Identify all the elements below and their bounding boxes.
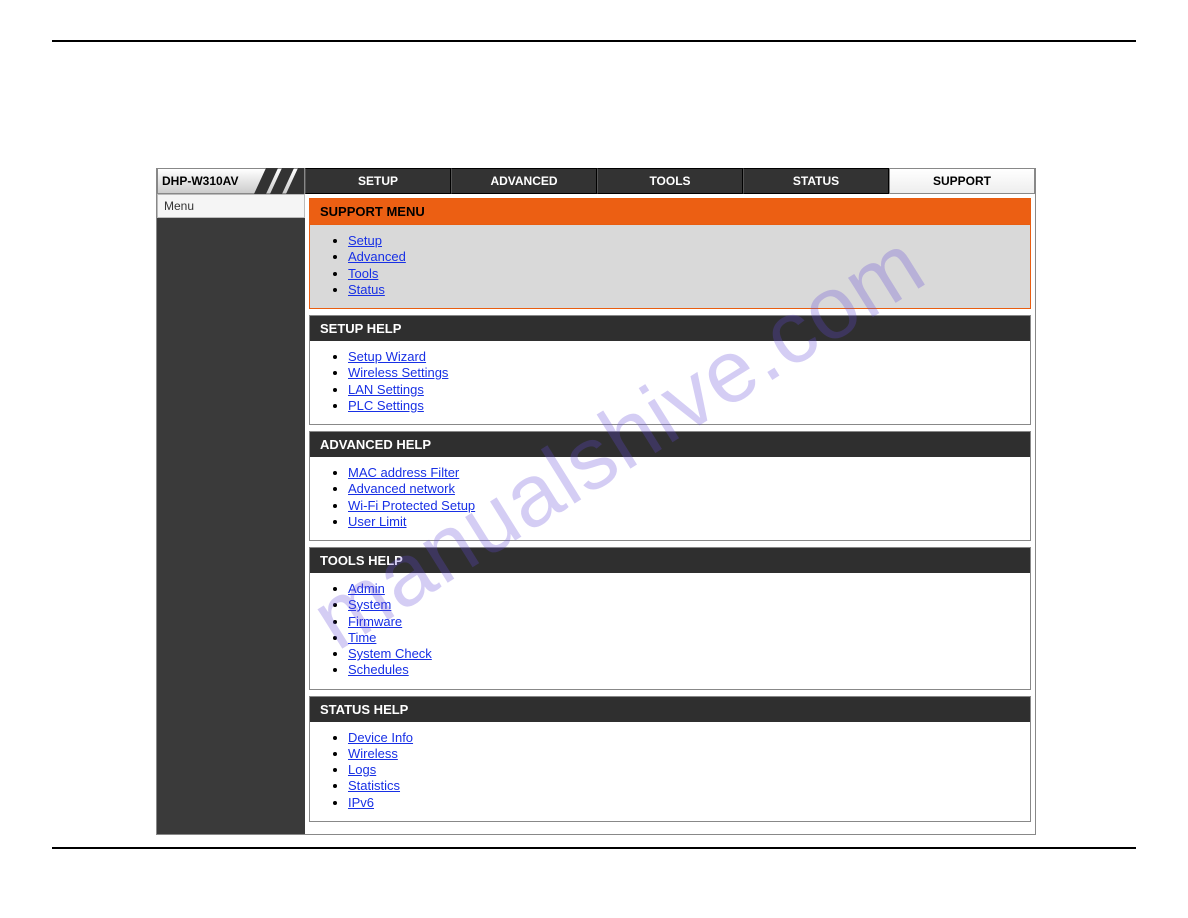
link-device-info[interactable]: Device Info [348,730,413,745]
list-item: Status [348,282,1020,298]
tab-tools[interactable]: TOOLS [597,168,743,194]
list-item: System [348,597,1020,613]
tab-tools-label: TOOLS [649,174,690,188]
link-mac-filter[interactable]: MAC address Filter [348,465,459,480]
link-lan-settings[interactable]: LAN Settings [348,382,424,397]
link-advanced-network[interactable]: Advanced network [348,481,455,496]
tools-help-body: Admin System Firmware Time System Check … [310,573,1030,689]
link-ipv6[interactable]: IPv6 [348,795,374,810]
list-item: IPv6 [348,795,1020,811]
tab-setup-label: SETUP [358,174,398,188]
tab-setup[interactable]: SETUP [305,168,451,194]
tab-support[interactable]: SUPPORT [889,168,1035,194]
list-item: Tools [348,266,1020,282]
slash-decoration-icon [244,168,304,194]
main-nav: DHP-W310AV SETUP ADVANCED TOOLS STATUS S… [157,168,1035,194]
model-label: DHP-W310AV [158,174,238,188]
sidebar-item-menu[interactable]: Menu [157,194,305,218]
support-menu-body: Setup Advanced Tools Status [310,224,1030,308]
list-item: Firmware [348,614,1020,630]
link-setup-wizard[interactable]: Setup Wizard [348,349,426,364]
list-item: Logs [348,762,1020,778]
sidebar-item-menu-label: Menu [164,199,194,213]
list-item: System Check [348,646,1020,662]
list-item: MAC address Filter [348,465,1020,481]
advanced-help-section: ADVANCED HELP MAC address Filter Advance… [309,431,1031,541]
top-rule [52,40,1136,42]
link-time[interactable]: Time [348,630,376,645]
support-menu-box: SUPPORT MENU Setup Advanced Tools Status [309,198,1031,309]
link-support-setup[interactable]: Setup [348,233,382,248]
setup-help-body: Setup Wizard Wireless Settings LAN Setti… [310,341,1030,424]
list-item: Wi-Fi Protected Setup [348,498,1020,514]
tools-help-section: TOOLS HELP Admin System Firmware Time Sy… [309,547,1031,690]
list-item: Wireless [348,746,1020,762]
link-firmware[interactable]: Firmware [348,614,402,629]
router-admin-panel: DHP-W310AV SETUP ADVANCED TOOLS STATUS S… [156,168,1036,835]
tools-help-header: TOOLS HELP [310,548,1030,573]
list-item: Advanced [348,249,1020,265]
link-user-limit[interactable]: User Limit [348,514,407,529]
content-area: SUPPORT MENU Setup Advanced Tools Status… [305,194,1035,834]
status-help-section: STATUS HELP Device Info Wireless Logs St… [309,696,1031,822]
setup-help-header: SETUP HELP [310,316,1030,341]
link-support-tools[interactable]: Tools [348,266,378,281]
link-logs[interactable]: Logs [348,762,376,777]
tab-status-label: STATUS [793,174,839,188]
list-item: Statistics [348,778,1020,794]
list-item: PLC Settings [348,398,1020,414]
sidebar: Menu [157,194,305,834]
bottom-rule [52,847,1136,849]
link-plc-settings[interactable]: PLC Settings [348,398,424,413]
link-wireless-settings[interactable]: Wireless Settings [348,365,448,380]
tab-support-label: SUPPORT [933,174,991,188]
tab-advanced[interactable]: ADVANCED [451,168,597,194]
link-schedules[interactable]: Schedules [348,662,409,677]
list-item: LAN Settings [348,382,1020,398]
setup-help-section: SETUP HELP Setup Wizard Wireless Setting… [309,315,1031,425]
body-row: Menu SUPPORT MENU Setup Advanced Tools S… [157,194,1035,834]
list-item: Setup Wizard [348,349,1020,365]
list-item: Wireless Settings [348,365,1020,381]
list-item: Schedules [348,662,1020,678]
list-item: Setup [348,233,1020,249]
list-item: Advanced network [348,481,1020,497]
link-support-status[interactable]: Status [348,282,385,297]
link-system-check[interactable]: System Check [348,646,432,661]
tab-advanced-label: ADVANCED [490,174,557,188]
advanced-help-body: MAC address Filter Advanced network Wi-F… [310,457,1030,540]
link-admin[interactable]: Admin [348,581,385,596]
link-wireless[interactable]: Wireless [348,746,398,761]
link-support-advanced[interactable]: Advanced [348,249,406,264]
list-item: Time [348,630,1020,646]
tab-status[interactable]: STATUS [743,168,889,194]
list-item: Device Info [348,730,1020,746]
link-system[interactable]: System [348,597,391,612]
link-statistics[interactable]: Statistics [348,778,400,793]
support-menu-header: SUPPORT MENU [310,199,1030,224]
model-badge: DHP-W310AV [157,168,305,194]
link-wps[interactable]: Wi-Fi Protected Setup [348,498,475,513]
advanced-help-header: ADVANCED HELP [310,432,1030,457]
status-help-body: Device Info Wireless Logs Statistics IPv… [310,722,1030,821]
status-help-header: STATUS HELP [310,697,1030,722]
list-item: Admin [348,581,1020,597]
list-item: User Limit [348,514,1020,530]
